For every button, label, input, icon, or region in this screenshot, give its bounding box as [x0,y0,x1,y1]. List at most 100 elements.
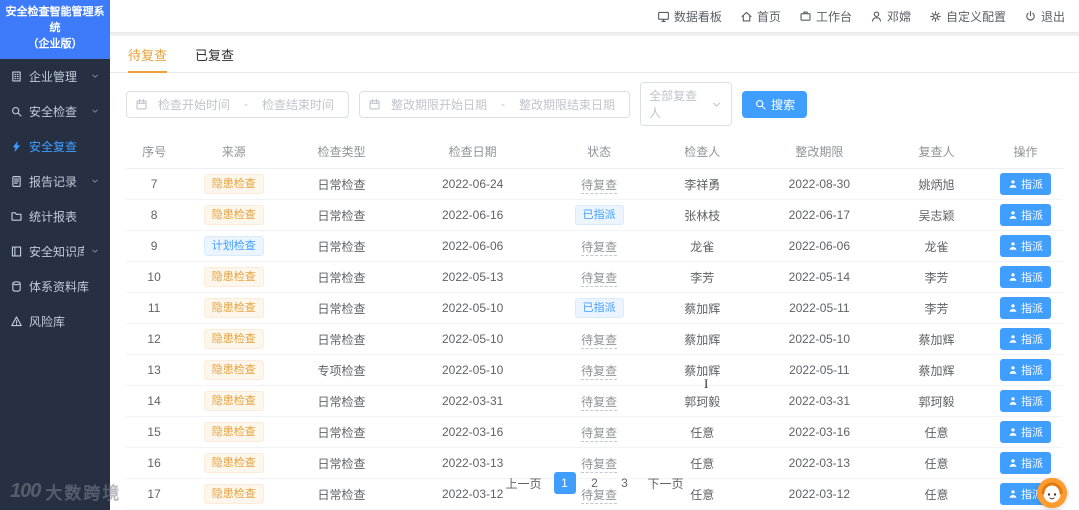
assign-button-label: 指派 [1020,210,1043,222]
column-header: 状态 [547,135,651,169]
assign-icon [1008,272,1018,282]
reviewer-select[interactable]: 全部复查人 [640,82,733,126]
table-row: 12 隐患检查 日常检查 2022-05-10 待复查 蔡加辉 2022-05-10 蔡加辉指… [126,323,1063,355]
assign-icon [1008,365,1018,375]
status-badge: 已指派 [574,205,624,225]
cell-deadline: 2022-03-16 [753,416,885,448]
cell-type: 日常检查 [285,168,398,200]
inspection-start-placeholder: 检查开始时间 [158,97,231,112]
cell-status: 待复查 [547,168,651,200]
table-container: 序号 来源 检查类型 检查日期 状态 检查人 整改期限 复查人 操作 7 隐患检查 日常检查 2022… [110,135,1079,510]
sidebar: 安全检查智能管理系统 （企业版） 企业管理 安全检查安全复查报告记录统计报表安全知… [0,0,110,510]
sidebar-item-report-records[interactable]: 报告记录 [0,164,110,199]
search-button[interactable]: 搜索 [742,90,808,118]
table-row: 10 隐患检查 日常检查 2022-05-13 待复查 李芳 2022-05-14 李芳 指派 [126,261,1063,293]
tab-pending-review[interactable]: 待复查 [128,45,168,73]
cell-action: 指派 [987,292,1063,324]
next-page-button[interactable]: 下一页 [644,475,688,492]
page-button-2[interactable]: 2 [584,472,606,494]
source-badge: 隐患检查 [203,391,264,411]
cell-type: 日常检查 [285,416,398,448]
cell-source: 隐患检查 [182,292,286,324]
cell-reviewer: 李芳 [884,261,988,293]
cell-reviewer: 郭珂毅 [884,385,988,417]
app-title-main: 安全检查智能管理系统 [5,6,105,34]
cell-no: 8 [126,199,183,231]
sidebar-item-risk-library[interactable]: 风险库 [0,304,110,339]
app-title: 安全检查智能管理系统 （企业版） [0,0,110,59]
cell-inspector: 郭珂毅 [650,385,754,417]
cell-reviewer: 吴志颖 [884,199,988,231]
cell-type: 日常检查 [285,261,398,293]
prev-page-button[interactable]: 上一页 [501,475,545,492]
support-avatar[interactable] [1037,478,1067,508]
cell-no: 11 [126,292,183,324]
cell-source: 计划检查 [182,230,286,262]
topbar-item-logout[interactable]: 退出 [1024,8,1065,25]
cell-status: 已指派 [547,199,651,231]
sidebar-item-label: 安全知识库 [29,244,84,259]
cell-reviewer: 姚炳旭 [884,168,988,200]
sidebar-item-statistics-report[interactable]: 统计报表 [0,199,110,234]
cell-type: 日常检查 [285,323,398,355]
status-text: 待复查 [581,239,618,256]
sidebar-item-label: 安全复查 [29,139,78,154]
database-icon [10,280,23,293]
page-button-3[interactable]: 3 [614,472,636,494]
page-button-1[interactable]: 1 [553,472,576,494]
sidebar-item-safety-review[interactable]: 安全复查 [0,129,110,164]
topbar-item-workbench[interactable]: 工作台 [799,8,852,25]
assign-button[interactable]: 指派 [999,421,1051,443]
assign-button[interactable]: 指派 [999,390,1051,412]
sidebar-item-safety-knowledge[interactable]: 安全知识库 [0,234,110,269]
cell-deadline: 2022-05-11 [753,354,885,386]
cell-date: 2022-06-06 [397,230,548,262]
inspection-date-range-picker[interactable]: 检查开始时间 - 检查结束时间 [126,90,350,118]
assign-button-label: 指派 [1020,272,1043,284]
sidebar-item-safety-inspection[interactable]: 安全检查 [0,94,110,129]
sidebar-item-system-library[interactable]: 体系资料库 [0,269,110,304]
table-row: 15 隐患检查 日常检查 2022-03-16 待复查 任意 2022-03-16 任意 指派 [126,416,1063,448]
source-badge: 隐患检查 [203,422,264,442]
sidebar-item-label: 体系资料库 [29,279,90,294]
status-text: 待复查 [581,363,618,380]
user-icon [870,10,883,23]
sidebar-nav: 企业管理 安全检查安全复查报告记录统计报表安全知识库体系资料库风险库 [0,59,110,339]
sidebar-item-label: 统计报表 [29,209,78,224]
assign-button[interactable]: 指派 [999,297,1051,319]
cell-date: 2022-05-10 [397,354,548,386]
assign-button-label: 指派 [1020,427,1043,439]
cell-deadline: 2022-06-06 [753,230,885,262]
assign-button[interactable]: 指派 [999,173,1051,195]
source-badge: 隐患检查 [203,329,264,349]
topbar-item-label: 首页 [756,9,781,24]
chart-icon [10,210,23,223]
topbar-item-user[interactable]: 邓嫦 [870,8,911,25]
assign-button-label: 指派 [1020,303,1043,315]
deadline-date-range-picker[interactable]: 整改期限开始日期 - 整改期限结束日期 [359,90,631,118]
assign-button[interactable]: 指派 [999,359,1051,381]
cell-action: 指派 [987,416,1063,448]
cell-inspector: 蔡加辉 [650,292,754,324]
assign-icon [1008,179,1018,189]
cell-status: 待复查 [547,385,651,417]
cell-action: 指派 [987,199,1063,231]
assign-button[interactable]: 指派 [999,328,1051,350]
assign-button-label: 指派 [1020,179,1043,191]
tab-reviewed[interactable]: 已复查 [195,45,234,72]
topbar-item-home[interactable]: 首页 [740,8,781,25]
column-header: 序号 [126,135,183,169]
pagination: 上一页 1 2 3 下一页 [110,459,1079,510]
assign-button[interactable]: 指派 [999,235,1051,257]
assign-button[interactable]: 指派 [999,204,1051,226]
cell-type: 日常检查 [285,230,398,262]
warning-icon [10,315,23,328]
table-row: 13 隐患检查 专项检查 2022-05-10 待复查 蔡加辉 2022-05-11 蔡加辉 指… [126,354,1063,386]
assign-button[interactable]: 指派 [999,266,1051,288]
cell-date: 2022-03-31 [397,385,548,417]
topbar-item-dashboard[interactable]: 数据看板 [657,8,722,25]
reviewer-select-value: 全部复查人 [649,89,698,120]
sidebar-item-enterprise-management[interactable]: 企业管理 [0,59,110,94]
cell-inspector: 李祥勇 [650,168,754,200]
topbar-item-custom-config[interactable]: 自定义配置 [929,8,1006,25]
